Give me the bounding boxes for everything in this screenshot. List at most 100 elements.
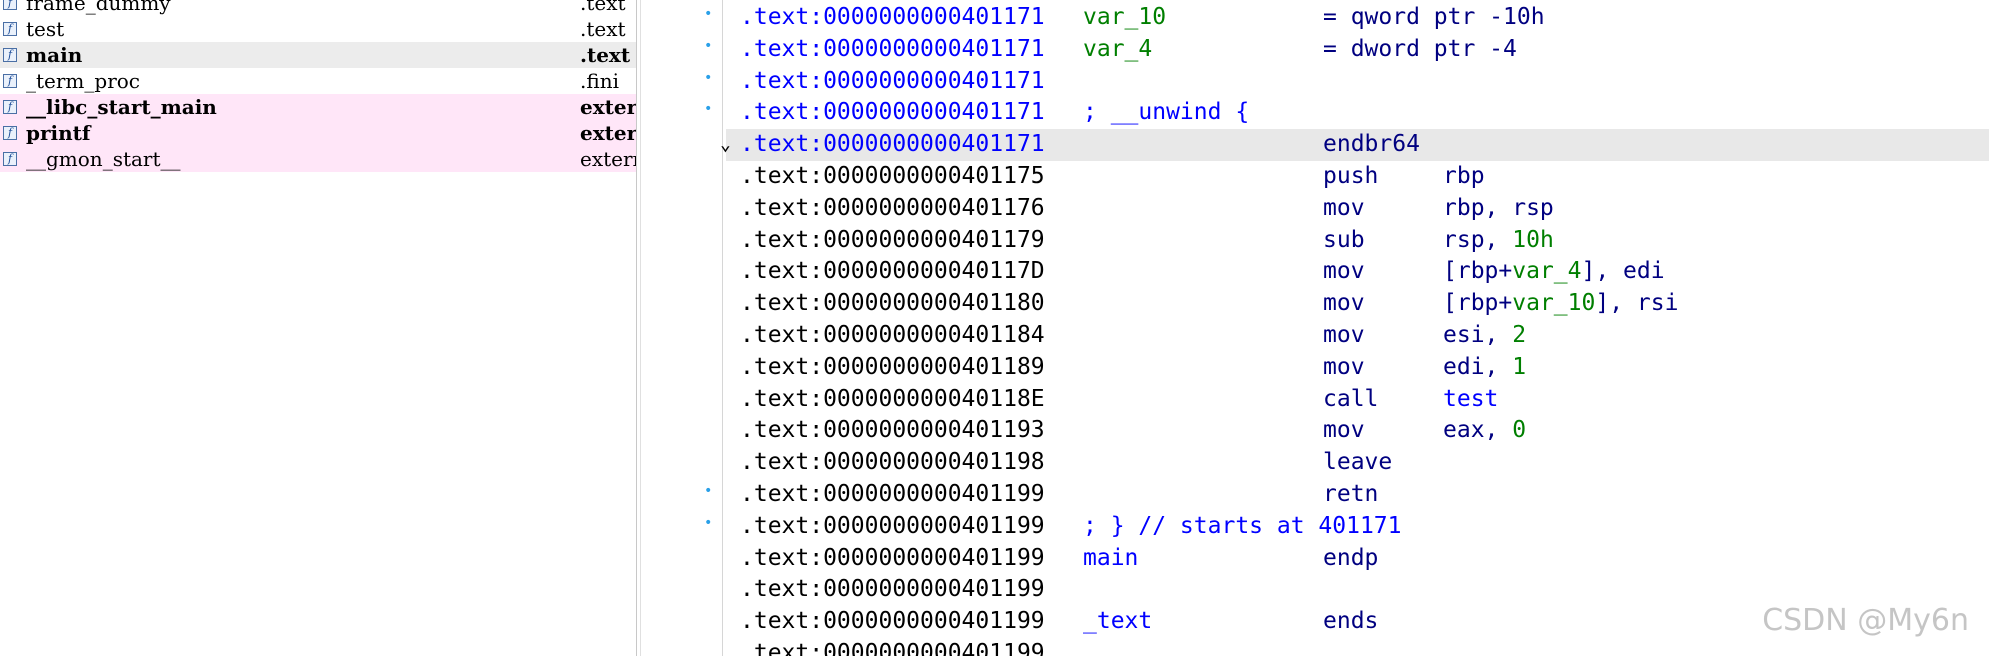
line-operands: [rbp+var_4], edi: [1443, 256, 1665, 288]
breakpoint-dot-icon: •: [704, 69, 713, 86]
line-mnemonic: endbr64: [1323, 131, 1420, 158]
function-segment: .text: [580, 17, 626, 41]
function-row[interactable]: f __gmon_start__ extern: [0, 146, 636, 172]
disasm-line[interactable]: .text:0000000000401179 sub rsp, 10h: [640, 225, 1989, 257]
disasm-line[interactable]: .text:0000000000401193 mov eax, 0: [640, 415, 1989, 447]
line-operands: test: [1443, 384, 1498, 416]
function-icon: f: [3, 100, 17, 114]
line-mnemonic: mov: [1323, 194, 1365, 221]
function-segment: .text: [580, 43, 631, 67]
line-address: .text:0000000000401175: [740, 162, 1045, 189]
functions-window: f frame_dummy .text f test .text f main .text f _t…: [0, 0, 637, 656]
function-row[interactable]: fprintf extern: [0, 120, 636, 146]
line-mnemonic: mov: [1323, 353, 1365, 380]
disassembly-view[interactable]: • .text:0000000000401171 var_10 = qword ptr…: [640, 0, 1989, 656]
disasm-line[interactable]: .text:0000000000401199: [640, 638, 1989, 656]
disasm-line[interactable]: • .text:0000000000401171 var_4 = dword ptr …: [640, 34, 1989, 66]
line-address: .text:0000000000401189: [740, 353, 1045, 380]
line-address: .text:0000000000401176: [740, 194, 1045, 221]
disasm-line[interactable]: .text:0000000000401189 mov edi, 1: [640, 352, 1989, 384]
disasm-line[interactable]: .text:0000000000401180 mov [rbp+var_10], r…: [640, 288, 1989, 320]
line-address: .text:0000000000401179: [740, 226, 1045, 253]
line-label: _text: [1083, 608, 1153, 635]
disasm-line[interactable]: .text:000000000040118E call test: [640, 384, 1989, 416]
line-comment: ; } // starts at 401171: [1083, 512, 1402, 539]
line-address: .text:0000000000401171: [740, 99, 1045, 126]
operand-function-ref: test: [1443, 385, 1499, 412]
function-name: printf: [26, 121, 91, 145]
operand-number: 0: [1512, 417, 1527, 444]
line-address: .text:0000000000401199: [740, 480, 1045, 507]
line-mnemonic: sub: [1323, 226, 1365, 253]
line-address: .text:0000000000401193: [740, 417, 1045, 444]
operand-text: edi,: [1443, 353, 1513, 380]
disassembly-lines: • .text:0000000000401171 var_10 = qword ptr…: [640, 2, 1989, 656]
line-address: .text:0000000000401184: [740, 321, 1045, 348]
function-row[interactable]: f main .text: [0, 42, 636, 68]
line-mnemonic: mov: [1323, 290, 1365, 317]
function-row[interactable]: f test .text: [0, 16, 636, 42]
function-row[interactable]: f __libc_start_main extern: [0, 94, 636, 120]
operand-text: esi,: [1443, 321, 1513, 348]
disasm-line[interactable]: • .text:0000000000401171: [640, 66, 1989, 98]
function-segment: .text: [580, 0, 626, 15]
disasm-line[interactable]: ⌄ .text:0000000000401171 endbr64: [640, 129, 1989, 161]
function-name: test: [26, 17, 65, 41]
function-row[interactable]: f frame_dummy .text: [0, 0, 636, 16]
disasm-line[interactable]: • .text:0000000000401171 var_10 = qword ptr…: [640, 2, 1989, 34]
line-mnemonic: push: [1323, 162, 1379, 189]
operand-text: ], rsi: [1595, 290, 1679, 317]
breakpoint-dot-icon: •: [704, 101, 713, 118]
line-address: .text:0000000000401171: [740, 67, 1045, 94]
function-icon: f: [3, 126, 17, 140]
line-operands: eax, 0: [1443, 415, 1526, 447]
disasm-line[interactable]: • .text:0000000000401199 retn: [640, 479, 1989, 511]
disasm-line[interactable]: .text:0000000000401175 push rbp: [640, 161, 1989, 193]
operand-text: rbp: [1443, 162, 1485, 189]
operand-text: [rbp+: [1443, 290, 1513, 317]
function-row[interactable]: f _term_proc .fini: [0, 68, 636, 94]
operand-text: rsp,: [1443, 226, 1513, 253]
function-name: main: [26, 43, 83, 67]
breakpoint-dot-icon: •: [704, 482, 713, 499]
line-address: .text:0000000000401199: [740, 512, 1045, 539]
disasm-line[interactable]: .text:0000000000401176 mov rbp, rsp: [640, 193, 1989, 225]
disasm-line[interactable]: .text:0000000000401199 main endp: [640, 543, 1989, 575]
line-address: .text:000000000040117D: [740, 258, 1045, 285]
functions-list: f frame_dummy .text f test .text f main .text f _t…: [0, 0, 636, 172]
breakpoint-dot-icon: •: [704, 6, 713, 22]
line-mnemonic: mov: [1323, 321, 1365, 348]
function-segment: extern: [580, 147, 636, 171]
line-mnemonic: ends: [1323, 608, 1379, 635]
disasm-line[interactable]: .text:0000000000401199: [640, 574, 1989, 606]
disasm-line[interactable]: .text:000000000040117D mov [rbp+var_4], ed…: [640, 256, 1989, 288]
line-operands: rbp, rsp: [1443, 193, 1554, 225]
line-address: .text:0000000000401199: [740, 544, 1045, 571]
line-operands: rbp: [1443, 161, 1485, 193]
line-mnemonic: mov: [1323, 258, 1365, 285]
line-mnemonic: retn: [1323, 480, 1379, 507]
line-comment: ; __unwind {: [1083, 99, 1250, 126]
function-icon: f: [3, 74, 17, 88]
line-address: .text:0000000000401171: [740, 4, 1045, 30]
function-segment: .fini: [580, 69, 619, 93]
disasm-line[interactable]: • .text:0000000000401171 ; __unwind {: [640, 97, 1989, 129]
line-address: .text:0000000000401171: [740, 35, 1045, 62]
function-name: _term_proc: [26, 69, 141, 93]
line-operands: edi, 1: [1443, 352, 1526, 384]
operand-number: 1: [1512, 353, 1527, 380]
function-name: __libc_start_main: [26, 95, 217, 119]
disasm-line[interactable]: .text:0000000000401198 leave: [640, 447, 1989, 479]
line-mnemonic: call: [1323, 385, 1379, 412]
line-address: .text:0000000000401180: [740, 290, 1045, 317]
collapse-arrow-icon[interactable]: ⌄: [720, 129, 731, 161]
line-label: main: [1083, 544, 1139, 571]
function-icon: f: [3, 152, 17, 166]
line-mnemonic: mov: [1323, 417, 1365, 444]
watermark-text: CSDN @My6n: [1762, 603, 1969, 638]
disasm-line[interactable]: .text:0000000000401184 mov esi, 2: [640, 320, 1989, 352]
line-address: .text:0000000000401199: [740, 608, 1045, 635]
disasm-line[interactable]: • .text:0000000000401199 ; } // starts at …: [640, 511, 1989, 543]
breakpoint-dot-icon: •: [704, 514, 713, 531]
function-icon: f: [3, 22, 17, 36]
